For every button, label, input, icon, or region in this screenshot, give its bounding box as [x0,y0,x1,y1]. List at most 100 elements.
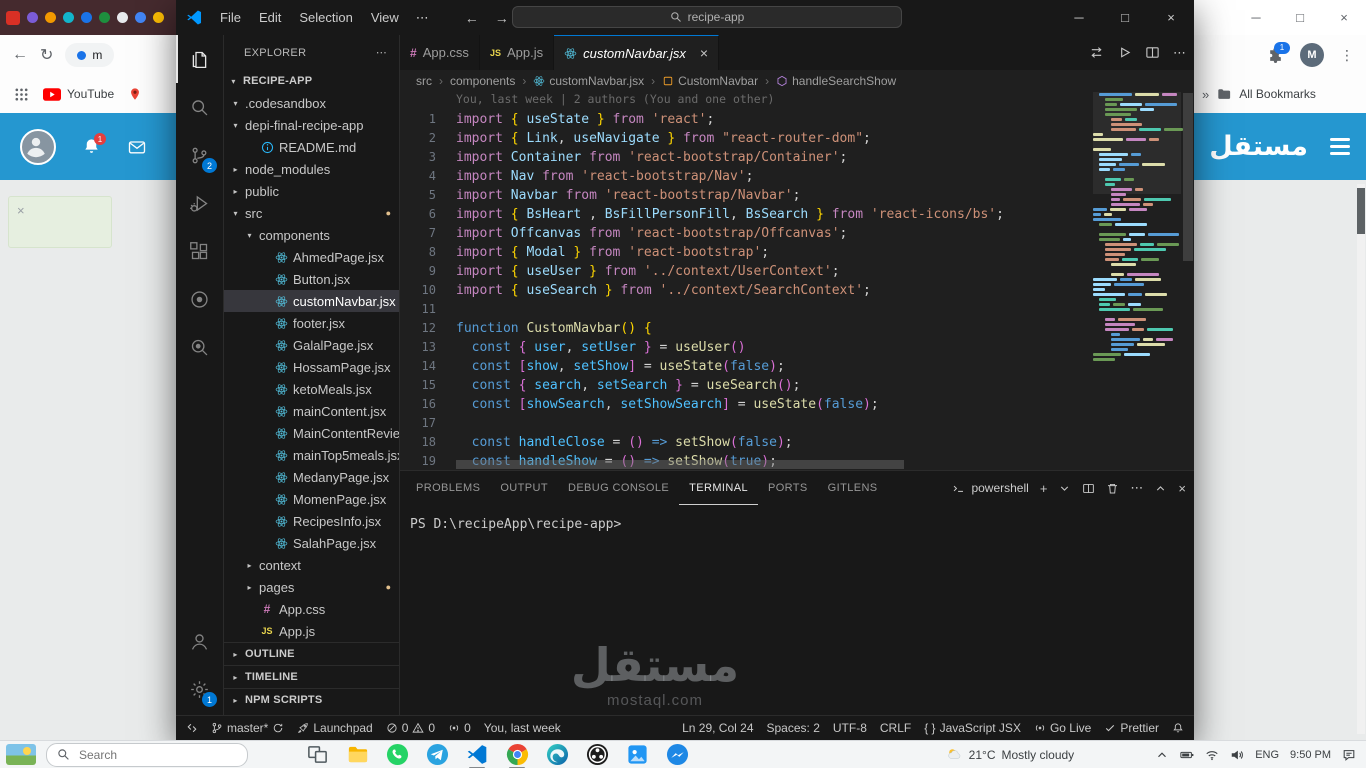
terminal-dropdown-icon[interactable] [1058,482,1071,495]
site-user-avatar[interactable] [20,128,56,165]
minimap[interactable] [1093,92,1183,362]
tab-favicon-yellow-tab[interactable] [153,12,164,23]
breadcrumb-customNavbar.jsx[interactable]: customNavbar.jsx [533,74,644,88]
code-line-14[interactable]: 14 const [show, setShow] = useState(fals… [400,357,1084,376]
alert-close-icon[interactable]: × [17,203,25,218]
file-mainContent.jsx[interactable]: mainContent.jsx [224,400,399,422]
code-line-4[interactable]: 4 import Nav from 'react-bootstrap/Nav'; [400,167,1084,186]
taskbar-app-obs-studio[interactable] [584,742,610,768]
explorer-section-timeline[interactable]: ▸ TIMELINE [224,665,399,688]
folder-components[interactable]: ▾ components [224,224,399,246]
browser-menu-icon[interactable]: ⋮ [1340,47,1354,64]
code-line-7[interactable]: 7 import Offcanvas from 'react-bootstrap/… [400,224,1084,243]
folder-pages[interactable]: ▸ pages ● [224,576,399,598]
folder-node_modules[interactable]: ▸ node_modules [224,158,399,180]
nav-back-icon[interactable]: ← [465,10,479,26]
file-MainContentRevie...[interactable]: MainContentRevie... [224,422,399,444]
breadcrumb-handleSearchShow[interactable]: handleSearchShow [776,74,896,88]
activity-run-debug[interactable] [176,179,223,227]
menu-selection[interactable]: Selection [290,0,361,35]
statusbar-cursor-position[interactable]: Ln 29, Col 24 [682,721,753,735]
file-ketoMeals.jsx[interactable]: ketoMeals.jsx [224,378,399,400]
taskbar-app-task-view[interactable] [304,742,330,768]
statusbar-gitlens-launchpad[interactable]: Launchpad [297,721,373,735]
bookmarks-overflow-chevron[interactable]: » [1202,87,1209,102]
explorer-section-outline[interactable]: ▸ OUTLINE [224,642,399,665]
all-bookmarks-label[interactable]: All Bookmarks [1239,87,1316,101]
panel-tab-output[interactable]: OUTPUT [490,471,558,505]
code-line-11[interactable]: 11 [400,300,1084,319]
tab-favicon-teal-tab[interactable] [63,12,74,23]
taskbar-search-input[interactable] [77,746,211,763]
site-logo[interactable]: مستقل [1209,131,1308,162]
file-HossamPage.jsx[interactable]: HossamPage.jsx [224,356,399,378]
vscode-maximize-button[interactable]: □ [1102,0,1148,35]
activity-settings[interactable]: 1 [176,665,223,713]
taskbar-app-edge[interactable] [544,742,570,768]
explorer-more-icon[interactable]: ⋯ [376,46,387,59]
folder-public[interactable]: ▸ public [224,180,399,202]
split-editor-icon[interactable] [1145,45,1160,60]
taskbar-search[interactable] [46,742,248,767]
language-indicator[interactable]: ENG [1255,749,1279,761]
apps-grid-icon[interactable] [14,87,29,102]
tab-favicon-orange-tab[interactable] [45,12,56,23]
widgets-weather-button[interactable] [6,744,36,765]
new-terminal-icon[interactable]: + [1040,481,1048,496]
activity-search[interactable] [176,83,223,131]
activity-live-server[interactable] [176,275,223,323]
taskbar-weather[interactable]: 21°C Mostly cloudy [946,746,1074,763]
file-GalalPage.jsx[interactable]: GalalPage.jsx [224,334,399,356]
browser-refresh-button[interactable]: ↻ [40,45,53,65]
file-App.js[interactable]: JS App.js [224,620,399,642]
vscode-close-button[interactable]: × [1148,0,1194,35]
file-mainTop5meals.jsx[interactable]: mainTop5meals.jsx [224,444,399,466]
panel-tab-terminal[interactable]: TERMINAL [679,471,758,505]
tab-favicon-game-tab[interactable] [27,12,38,23]
nav-forward-icon[interactable]: → [495,10,509,26]
explorer-section-npm-scripts[interactable]: ▸ NPM SCRIPTS [224,688,399,711]
code-editor[interactable]: 1 import { useState } from 'react'; 2 impor… [400,110,1084,470]
site-notifications-bell[interactable]: 1 [82,133,106,156]
taskbar-app-photos[interactable] [624,742,650,768]
code-line-9[interactable]: 9 import { useUser } from '../context/Use… [400,262,1084,281]
split-terminal-icon[interactable] [1082,482,1095,495]
folder-src[interactable]: ▾ src ● [224,202,399,224]
code-line-1[interactable]: 1 import { useState } from 'react'; [400,110,1084,129]
code-line-3[interactable]: 3 import Container from 'react-bootstrap/… [400,148,1084,167]
maps-pin-icon[interactable] [128,87,142,101]
activity-extensions[interactable] [176,227,223,275]
taskbar-app-telegram[interactable] [424,742,450,768]
open-changes-icon[interactable] [1089,45,1104,60]
tab-favicon-mail-tab[interactable] [81,12,92,23]
file-AhmedPage.jsx[interactable]: AhmedPage.jsx [224,246,399,268]
command-center[interactable]: recipe-app [512,6,902,28]
site-messages-icon[interactable] [127,137,147,157]
browser-minimize-button[interactable]: ─ [1234,10,1278,25]
explorer-section-recipe-app[interactable]: ▾ RECIPE-APP [224,70,399,92]
tab-close-icon[interactable]: × [700,45,708,61]
statusbar-eol[interactable]: CRLF [880,721,911,735]
menu-edit[interactable]: Edit [250,0,290,35]
file-footer.jsx[interactable]: footer.jsx [224,312,399,334]
vscode-minimize-button[interactable]: ─ [1056,0,1102,35]
more-actions-icon[interactable]: ⋯ [1130,480,1143,496]
file-README.md[interactable]: README.md [224,136,399,158]
hamburger-menu-icon[interactable] [1330,138,1350,155]
file-customNavbar.jsx[interactable]: customNavbar.jsx [224,290,399,312]
code-line-15[interactable]: 15 const { search, setSearch } = useSear… [400,376,1084,395]
tab-favicon-blue-tab[interactable] [135,12,146,23]
file-Button.jsx[interactable]: Button.jsx [224,268,399,290]
file-MedanyPage.jsx[interactable]: MedanyPage.jsx [224,466,399,488]
tab-App.js[interactable]: JS App.js [479,35,555,70]
clock[interactable]: 9:50 PM [1290,749,1331,761]
tab-customNavbar.jsx[interactable]: customNavbar.jsx × [554,35,720,70]
statusbar-notifications[interactable] [1172,722,1184,734]
folder-.codesandbox[interactable]: ▾ .codesandbox [224,92,399,114]
tab-favicon-recording-tab[interactable] [6,10,20,25]
battery-icon[interactable] [1180,748,1194,762]
breadcrumb-components[interactable]: components [450,74,515,88]
shell-selector[interactable]: powershell [952,481,1029,495]
file-MomenPage.jsx[interactable]: MomenPage.jsx [224,488,399,510]
taskbar-app-messenger[interactable] [664,742,690,768]
